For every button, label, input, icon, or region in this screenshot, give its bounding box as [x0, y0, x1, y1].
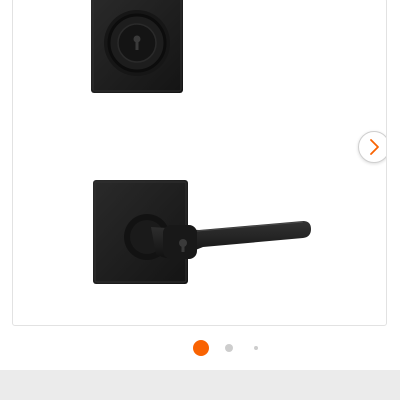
- lever-handle: [93, 180, 311, 284]
- section-divider: [0, 370, 400, 400]
- carousel-pagination: [0, 340, 400, 356]
- product-image-carousel: [12, 0, 387, 326]
- pagination-dot-active[interactable]: [193, 340, 209, 356]
- product-image: [91, 0, 311, 284]
- pagination-dot[interactable]: [254, 346, 258, 350]
- pagination-dot[interactable]: [225, 344, 233, 352]
- next-image-button[interactable]: [358, 131, 386, 163]
- chevron-right-icon: [370, 139, 379, 155]
- deadbolt-lock: [91, 0, 183, 93]
